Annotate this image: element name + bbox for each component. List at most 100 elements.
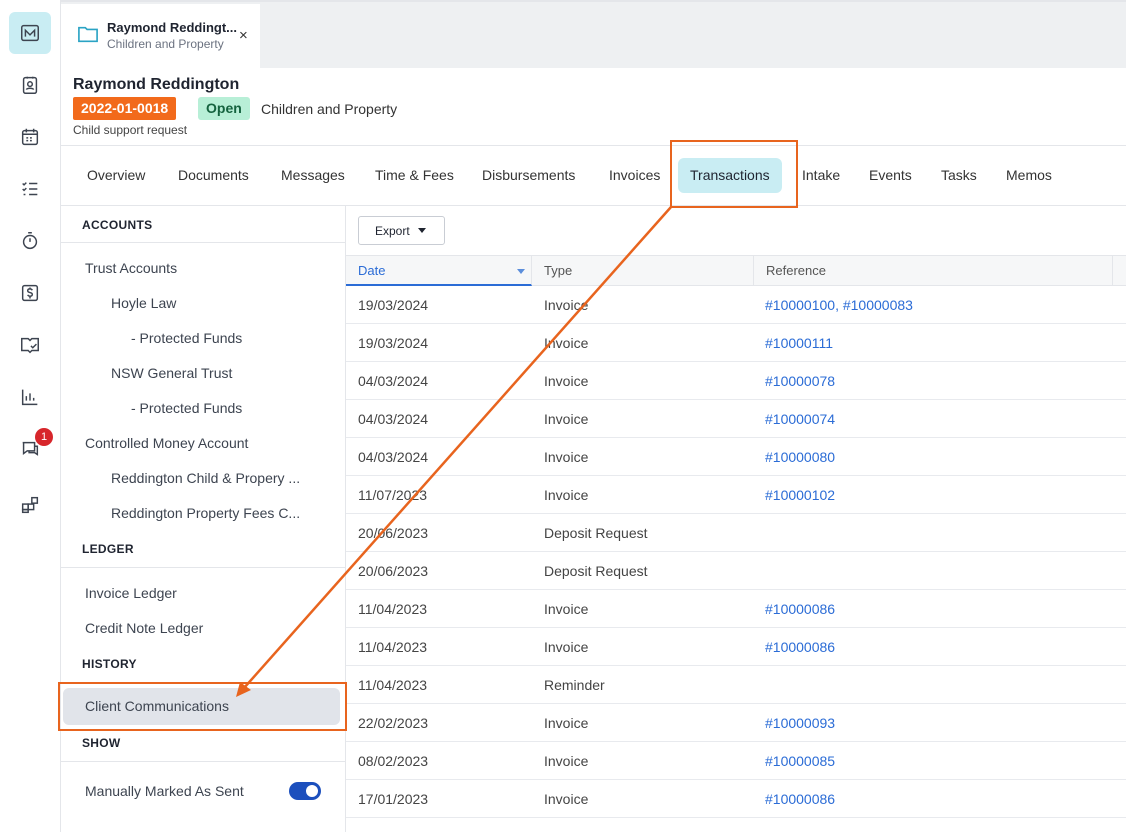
matter-tab[interactable]: Raymond Reddingt... Children and Propert… bbox=[61, 4, 260, 70]
export-button[interactable]: Export bbox=[358, 216, 445, 245]
cell-date: 11/04/2023 bbox=[358, 601, 428, 617]
table-row[interactable]: 20/06/2023 Deposit Request bbox=[346, 514, 1126, 552]
transactions-grid: Export Date Type Reference 19/03/2024 Inv… bbox=[346, 206, 1126, 832]
cell-date: 08/02/2023 bbox=[358, 753, 429, 769]
table-row[interactable]: 22/02/2023 Invoice #10000093 bbox=[346, 704, 1126, 742]
tab-intake[interactable]: Intake bbox=[802, 167, 840, 183]
cell-type: Invoice bbox=[544, 753, 589, 769]
cell-reference-link[interactable]: #10000080 bbox=[765, 449, 835, 465]
column-reference[interactable]: Reference bbox=[754, 256, 1113, 286]
cell-date: 19/03/2024 bbox=[358, 335, 429, 351]
cell-date: 22/02/2023 bbox=[358, 715, 429, 731]
cell-reference-link[interactable]: #10000086 bbox=[765, 601, 835, 617]
column-date[interactable]: Date bbox=[346, 256, 532, 286]
cell-date: 11/04/2023 bbox=[358, 639, 428, 655]
ledger-heading: LEDGER bbox=[82, 542, 134, 556]
matter-nav: Overview Documents Messages Time & Fees … bbox=[61, 145, 1126, 206]
tab-tasks[interactable]: Tasks bbox=[941, 167, 977, 183]
sidebar-item-protected-funds[interactable]: - Protected Funds bbox=[131, 330, 242, 346]
divider bbox=[61, 567, 346, 568]
tab-invoices[interactable]: Invoices bbox=[609, 167, 660, 183]
transactions-sidebar: ACCOUNTS Trust Accounts Hoyle Law - Prot… bbox=[61, 206, 346, 832]
table-row[interactable]: 04/03/2024 Invoice #10000080 bbox=[346, 438, 1126, 476]
left-rail: 1 bbox=[0, 0, 61, 832]
chevron-down-icon bbox=[417, 228, 426, 233]
client-name: Raymond Reddington bbox=[73, 76, 240, 93]
cell-type: Deposit Request bbox=[544, 563, 648, 579]
table-row[interactable]: 11/04/2023 Invoice #10000086 bbox=[346, 590, 1126, 628]
tasks-icon[interactable] bbox=[9, 168, 51, 210]
matter-type: Children and Property bbox=[261, 101, 398, 117]
cell-date: 20/06/2023 bbox=[358, 525, 429, 541]
matter-number-badge: 2022-01-0018 bbox=[73, 97, 177, 120]
show-heading: SHOW bbox=[82, 736, 121, 750]
sidebar-item-protected-funds[interactable]: - Protected Funds bbox=[131, 400, 242, 416]
sort-icon bbox=[517, 269, 525, 274]
reports-icon[interactable] bbox=[9, 376, 51, 418]
manually-marked-toggle[interactable] bbox=[289, 782, 321, 800]
table-row[interactable]: 20/06/2023 Deposit Request bbox=[346, 552, 1126, 590]
sidebar-item-controlled-money[interactable]: Controlled Money Account bbox=[85, 435, 248, 451]
cell-type: Invoice bbox=[544, 601, 589, 617]
apps-icon[interactable] bbox=[9, 484, 51, 526]
highlight-transactions bbox=[670, 140, 798, 208]
billing-icon[interactable] bbox=[9, 272, 51, 314]
tab-time-fees[interactable]: Time & Fees bbox=[375, 167, 454, 183]
notification-badge: 1 bbox=[35, 428, 53, 446]
cell-date: 04/03/2024 bbox=[358, 373, 429, 389]
cell-type: Invoice bbox=[544, 373, 589, 389]
cell-type: Invoice bbox=[544, 487, 589, 503]
library-icon[interactable] bbox=[9, 324, 51, 366]
manually-marked-label: Manually Marked As Sent bbox=[85, 783, 244, 799]
cell-reference-link[interactable]: #10000086 bbox=[765, 639, 835, 655]
column-type[interactable]: Type bbox=[532, 256, 754, 286]
status-badge: Open bbox=[198, 97, 250, 120]
table-row[interactable]: 11/07/2023 Invoice #10000102 bbox=[346, 476, 1126, 514]
tab-overview[interactable]: Overview bbox=[87, 167, 145, 183]
sidebar-item-trust-accounts[interactable]: Trust Accounts bbox=[85, 260, 177, 276]
cell-reference-link[interactable]: #10000093 bbox=[765, 715, 835, 731]
tab-messages[interactable]: Messages bbox=[281, 167, 345, 183]
cell-reference-link[interactable]: #10000078 bbox=[765, 373, 835, 389]
contacts-icon[interactable] bbox=[9, 64, 51, 106]
tab-memos[interactable]: Memos bbox=[1006, 167, 1052, 183]
table-row[interactable]: 08/02/2023 Invoice #10000085 bbox=[346, 742, 1126, 780]
accounts-heading: ACCOUNTS bbox=[82, 218, 153, 232]
grid-header: Date Type Reference bbox=[346, 255, 1126, 286]
divider bbox=[61, 242, 346, 243]
cell-reference-link[interactable]: #10000086 bbox=[765, 791, 835, 807]
cell-reference-link[interactable]: #10000111 bbox=[765, 335, 833, 351]
calendar-icon[interactable] bbox=[9, 116, 51, 158]
table-row[interactable]: 04/03/2024 Invoice #10000074 bbox=[346, 400, 1126, 438]
matter-tab-subtitle: Children and Property bbox=[107, 37, 224, 51]
cell-reference-link[interactable]: #10000102 bbox=[765, 487, 835, 503]
table-row[interactable]: 19/03/2024 Invoice #10000111 bbox=[346, 324, 1126, 362]
table-row[interactable]: 11/04/2023 Invoice #10000086 bbox=[346, 628, 1126, 666]
table-row[interactable]: 11/04/2023 Reminder bbox=[346, 666, 1126, 704]
tab-events[interactable]: Events bbox=[869, 167, 912, 183]
table-row[interactable]: 17/01/2023 Invoice #10000086 bbox=[346, 780, 1126, 818]
sidebar-item-cma-property-fees[interactable]: Reddington Property Fees C... bbox=[111, 505, 300, 521]
sidebar-item-credit-note-ledger[interactable]: Credit Note Ledger bbox=[85, 620, 203, 636]
cell-type: Invoice bbox=[544, 297, 589, 313]
cell-reference-link[interactable]: #10000085 bbox=[765, 753, 835, 769]
cell-date: 11/04/2023 bbox=[358, 677, 428, 693]
table-row[interactable]: 19/03/2024 Invoice #10000100, #10000083 bbox=[346, 286, 1126, 324]
sidebar-item-cma-child-property[interactable]: Reddington Child & Propery ... bbox=[111, 470, 300, 486]
cell-type: Deposit Request bbox=[544, 525, 648, 541]
timer-icon[interactable] bbox=[9, 220, 51, 262]
table-row[interactable]: 04/03/2024 Invoice #10000078 bbox=[346, 362, 1126, 400]
matter-icon[interactable] bbox=[9, 12, 51, 54]
export-label: Export bbox=[375, 223, 410, 238]
history-heading: HISTORY bbox=[82, 657, 137, 671]
sidebar-item-invoice-ledger[interactable]: Invoice Ledger bbox=[85, 585, 177, 601]
cell-reference-link[interactable]: #10000074 bbox=[765, 411, 835, 427]
sidebar-item-hoyle-law[interactable]: Hoyle Law bbox=[111, 295, 176, 311]
close-icon[interactable]: × bbox=[239, 27, 248, 44]
cell-reference-link[interactable]: #10000100, #10000083 bbox=[765, 297, 913, 313]
cell-type: Invoice bbox=[544, 791, 589, 807]
cell-date: 04/03/2024 bbox=[358, 449, 429, 465]
tab-documents[interactable]: Documents bbox=[178, 167, 249, 183]
tab-disbursements[interactable]: Disbursements bbox=[482, 167, 575, 183]
sidebar-item-nsw-general-trust[interactable]: NSW General Trust bbox=[111, 365, 232, 381]
